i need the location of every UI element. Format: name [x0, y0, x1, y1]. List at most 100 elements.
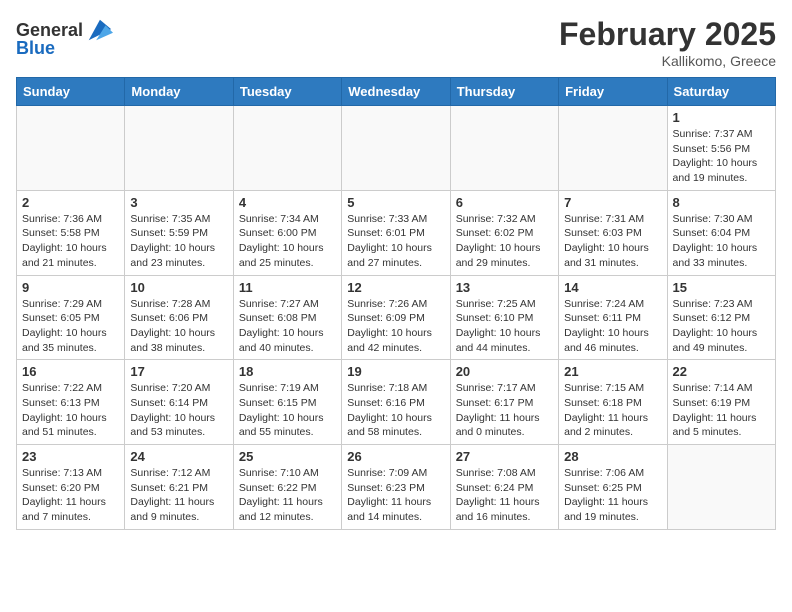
calendar-day-cell: 3Sunrise: 7:35 AM Sunset: 5:59 PM Daylig…	[125, 190, 233, 275]
logo-blue: Blue	[16, 38, 55, 59]
calendar-day-cell: 19 Sunrise: 7:18 AM Sunset: 6:16 PM Dayli…	[342, 360, 450, 445]
calendar-day-cell: 2Sunrise: 7:36 AM Sunset: 5:58 PM Daylig…	[17, 190, 125, 275]
day-info: Sunrise: 7:08 AM Sunset: 6:24 PM Dayligh…	[456, 466, 553, 525]
day-info: Sunrise: 7:09 AM Sunset: 6:23 PM Dayligh…	[347, 466, 444, 525]
day-number: 19	[347, 364, 444, 379]
day-number: 23	[22, 449, 119, 464]
calendar-day-cell: 20Sunrise: 7:17 AM Sunset: 6:17 PM Dayli…	[450, 360, 558, 445]
day-info: Sunrise: 7:12 AM Sunset: 6:21 PM Dayligh…	[130, 466, 227, 525]
day-number: 8	[673, 195, 770, 210]
calendar-day-cell: 12 Sunrise: 7:26 AM Sunset: 6:09 PM Dayli…	[342, 275, 450, 360]
day-number: 11	[239, 280, 336, 295]
day-info: Sunrise: 7:34 AM Sunset: 6:00 PM Dayligh…	[239, 212, 336, 271]
day-info: Sunrise: 7:18 AM Sunset: 6:16 PM Dayligh…	[347, 381, 444, 440]
day-info: Sunrise: 7:33 AM Sunset: 6:01 PM Dayligh…	[347, 212, 444, 271]
calendar-week-row: 23 Sunrise: 7:13 AM Sunset: 6:20 PM Dayli…	[17, 445, 776, 530]
day-info: Sunrise: 7:20 AM Sunset: 6:14 PM Dayligh…	[130, 381, 227, 440]
day-number: 18	[239, 364, 336, 379]
day-info: Sunrise: 7:13 AM Sunset: 6:20 PM Dayligh…	[22, 466, 119, 525]
day-number: 13	[456, 280, 553, 295]
day-number: 9	[22, 280, 119, 295]
day-info: Sunrise: 7:10 AM Sunset: 6:22 PM Dayligh…	[239, 466, 336, 525]
calendar-day-cell	[342, 106, 450, 191]
calendar-day-cell: 15 Sunrise: 7:23 AM Sunset: 6:12 PM Dayli…	[667, 275, 775, 360]
day-number: 15	[673, 280, 770, 295]
calendar-day-cell: 14Sunrise: 7:24 AM Sunset: 6:11 PM Dayli…	[559, 275, 667, 360]
day-number: 16	[22, 364, 119, 379]
day-info: Sunrise: 7:31 AM Sunset: 6:03 PM Dayligh…	[564, 212, 661, 271]
day-info: Sunrise: 7:14 AM Sunset: 6:19 PM Dayligh…	[673, 381, 770, 440]
day-info: Sunrise: 7:19 AM Sunset: 6:15 PM Dayligh…	[239, 381, 336, 440]
day-of-week-header: Friday	[559, 78, 667, 106]
day-number: 27	[456, 449, 553, 464]
calendar-day-cell: 17 Sunrise: 7:20 AM Sunset: 6:14 PM Dayli…	[125, 360, 233, 445]
day-info: Sunrise: 7:06 AM Sunset: 6:25 PM Dayligh…	[564, 466, 661, 525]
calendar-day-cell	[17, 106, 125, 191]
day-number: 1	[673, 110, 770, 125]
calendar-day-cell: 9Sunrise: 7:29 AM Sunset: 6:05 PM Daylig…	[17, 275, 125, 360]
calendar-day-cell: 16 Sunrise: 7:22 AM Sunset: 6:13 PM Dayli…	[17, 360, 125, 445]
calendar-day-cell: 4 Sunrise: 7:34 AM Sunset: 6:00 PM Daylig…	[233, 190, 341, 275]
day-number: 25	[239, 449, 336, 464]
calendar-header-row: SundayMondayTuesdayWednesdayThursdayFrid…	[17, 78, 776, 106]
day-of-week-header: Thursday	[450, 78, 558, 106]
day-info: Sunrise: 7:36 AM Sunset: 5:58 PM Dayligh…	[22, 212, 119, 271]
day-info: Sunrise: 7:24 AM Sunset: 6:11 PM Dayligh…	[564, 297, 661, 356]
day-number: 21	[564, 364, 661, 379]
calendar-day-cell: 22 Sunrise: 7:14 AM Sunset: 6:19 PM Dayli…	[667, 360, 775, 445]
calendar-day-cell: 27 Sunrise: 7:08 AM Sunset: 6:24 PM Dayli…	[450, 445, 558, 530]
logo-icon	[85, 16, 113, 44]
day-of-week-header: Wednesday	[342, 78, 450, 106]
day-info: Sunrise: 7:26 AM Sunset: 6:09 PM Dayligh…	[347, 297, 444, 356]
calendar-week-row: 16 Sunrise: 7:22 AM Sunset: 6:13 PM Dayli…	[17, 360, 776, 445]
day-info: Sunrise: 7:30 AM Sunset: 6:04 PM Dayligh…	[673, 212, 770, 271]
calendar-day-cell: 8 Sunrise: 7:30 AM Sunset: 6:04 PM Daylig…	[667, 190, 775, 275]
calendar-day-cell	[125, 106, 233, 191]
day-number: 12	[347, 280, 444, 295]
location-subtitle: Kallikomo, Greece	[559, 53, 776, 69]
calendar-day-cell: 28 Sunrise: 7:06 AM Sunset: 6:25 PM Dayli…	[559, 445, 667, 530]
day-info: Sunrise: 7:23 AM Sunset: 6:12 PM Dayligh…	[673, 297, 770, 356]
day-of-week-header: Sunday	[17, 78, 125, 106]
day-info: Sunrise: 7:17 AM Sunset: 6:17 PM Dayligh…	[456, 381, 553, 440]
calendar-day-cell: 24 Sunrise: 7:12 AM Sunset: 6:21 PM Dayli…	[125, 445, 233, 530]
calendar-day-cell: 18 Sunrise: 7:19 AM Sunset: 6:15 PM Dayli…	[233, 360, 341, 445]
day-number: 4	[239, 195, 336, 210]
day-info: Sunrise: 7:32 AM Sunset: 6:02 PM Dayligh…	[456, 212, 553, 271]
calendar-table: SundayMondayTuesdayWednesdayThursdayFrid…	[16, 77, 776, 530]
calendar-day-cell: 1Sunrise: 7:37 AM Sunset: 5:56 PM Daylig…	[667, 106, 775, 191]
calendar-day-cell: 26 Sunrise: 7:09 AM Sunset: 6:23 PM Dayli…	[342, 445, 450, 530]
day-number: 7	[564, 195, 661, 210]
calendar-day-cell: 7 Sunrise: 7:31 AM Sunset: 6:03 PM Daylig…	[559, 190, 667, 275]
calendar-week-row: 2Sunrise: 7:36 AM Sunset: 5:58 PM Daylig…	[17, 190, 776, 275]
day-info: Sunrise: 7:25 AM Sunset: 6:10 PM Dayligh…	[456, 297, 553, 356]
day-info: Sunrise: 7:27 AM Sunset: 6:08 PM Dayligh…	[239, 297, 336, 356]
calendar-day-cell: 21 Sunrise: 7:15 AM Sunset: 6:18 PM Dayli…	[559, 360, 667, 445]
day-number: 26	[347, 449, 444, 464]
day-number: 28	[564, 449, 661, 464]
title-section: February 2025 Kallikomo, Greece	[559, 16, 776, 69]
calendar-day-cell: 11 Sunrise: 7:27 AM Sunset: 6:08 PM Dayli…	[233, 275, 341, 360]
calendar-day-cell: 10 Sunrise: 7:28 AM Sunset: 6:06 PM Dayli…	[125, 275, 233, 360]
day-number: 17	[130, 364, 227, 379]
calendar-day-cell	[233, 106, 341, 191]
calendar-day-cell: 25 Sunrise: 7:10 AM Sunset: 6:22 PM Dayli…	[233, 445, 341, 530]
day-number: 3	[130, 195, 227, 210]
day-info: Sunrise: 7:15 AM Sunset: 6:18 PM Dayligh…	[564, 381, 661, 440]
month-year-title: February 2025	[559, 16, 776, 53]
calendar-week-row: 9Sunrise: 7:29 AM Sunset: 6:05 PM Daylig…	[17, 275, 776, 360]
calendar-day-cell: 5 Sunrise: 7:33 AM Sunset: 6:01 PM Daylig…	[342, 190, 450, 275]
day-of-week-header: Saturday	[667, 78, 775, 106]
day-info: Sunrise: 7:28 AM Sunset: 6:06 PM Dayligh…	[130, 297, 227, 356]
calendar-day-cell	[667, 445, 775, 530]
calendar-day-cell	[450, 106, 558, 191]
day-number: 6	[456, 195, 553, 210]
day-info: Sunrise: 7:22 AM Sunset: 6:13 PM Dayligh…	[22, 381, 119, 440]
logo: General Blue	[16, 16, 113, 59]
day-number: 10	[130, 280, 227, 295]
day-number: 22	[673, 364, 770, 379]
calendar-day-cell: 6 Sunrise: 7:32 AM Sunset: 6:02 PM Daylig…	[450, 190, 558, 275]
day-number: 24	[130, 449, 227, 464]
calendar-day-cell	[559, 106, 667, 191]
day-number: 5	[347, 195, 444, 210]
